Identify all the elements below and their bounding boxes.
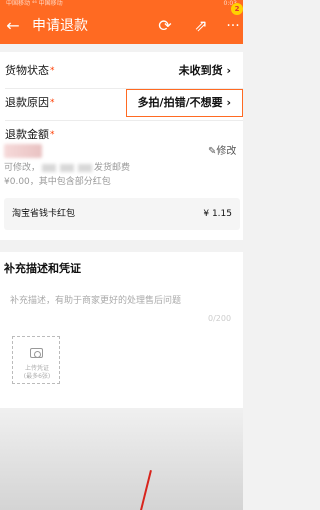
- refund-amount-label: 退款金额*: [5, 128, 55, 141]
- status-bar: 中国移动 ⁴⁶ 中国移动 0:03: [0, 0, 243, 8]
- bottom-area: [0, 408, 243, 510]
- chevron-right-icon: ›: [226, 64, 231, 77]
- notification-badge: 2: [231, 3, 243, 15]
- carrier-text: 中国移动 ⁴⁶ 中国移动: [6, 0, 63, 7]
- amount-note-line1: 可修改， 发货邮费: [4, 163, 131, 173]
- refund-reason-value: 多拍/拍错/不想要 ›: [137, 96, 231, 109]
- blurred-amount: [4, 144, 42, 158]
- refund-reason-label: 退款原因*: [5, 96, 55, 109]
- evidence-title: 补充描述和凭证: [4, 262, 81, 275]
- divider: [5, 120, 243, 121]
- description-input[interactable]: [10, 294, 238, 308]
- blurred-text: [60, 163, 75, 172]
- upload-label: 上传凭证: [24, 365, 49, 372]
- blurred-text: [78, 163, 93, 172]
- more-icon[interactable]: ···: [224, 17, 242, 35]
- share-icon[interactable]: ⇗: [192, 17, 210, 35]
- red-packet-amount: ¥ 1.15: [203, 209, 232, 219]
- goods-status-value: 未收到货 ›: [178, 64, 231, 77]
- camera-icon: [30, 348, 43, 358]
- red-packet-row: 淘宝省钱卡红包 ¥ 1.15: [4, 198, 240, 230]
- char-counter: 0/200: [208, 314, 232, 323]
- back-arrow-icon[interactable]: ←: [4, 17, 22, 35]
- evidence-card: 补充描述和凭证 0/200 上传凭证 (最多6张): [0, 252, 243, 408]
- required-mark: *: [50, 66, 55, 76]
- blurred-text: [42, 163, 57, 172]
- upload-evidence-button[interactable]: 上传凭证 (最多6张): [12, 336, 60, 384]
- amount-note-line2: ¥0.00，其中包含部分红包: [4, 177, 111, 187]
- goods-status-row[interactable]: 货物状态* 未收到货 ›: [0, 56, 243, 86]
- refresh-icon[interactable]: ⟳: [156, 17, 174, 35]
- required-mark: *: [50, 130, 55, 140]
- upload-limit-label: (最多6张): [23, 373, 51, 380]
- chevron-right-icon: ›: [226, 96, 231, 109]
- required-mark: *: [50, 98, 55, 108]
- app-header: ← 申请退款 ⟳ ⇗ ···: [0, 8, 243, 44]
- red-packet-name: 淘宝省钱卡红包: [12, 209, 76, 219]
- goods-status-label: 货物状态*: [5, 64, 55, 77]
- refund-reason-row[interactable]: 退款原因* 多拍/拍错/不想要 ›: [0, 88, 243, 118]
- page-title: 申请退款: [32, 18, 88, 34]
- edit-amount-button[interactable]: ✎修改: [208, 146, 236, 158]
